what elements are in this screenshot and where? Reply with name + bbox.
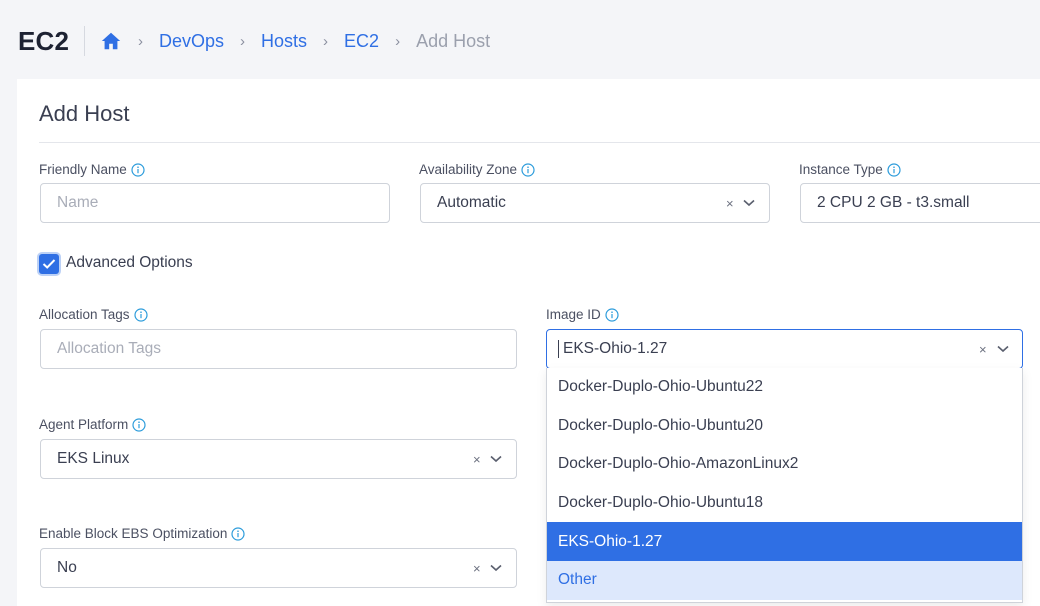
breadcrumb-separator: ›: [240, 32, 246, 50]
advanced-options-label[interactable]: Advanced Options: [66, 254, 193, 272]
dropdown-option[interactable]: Docker-Duplo-Ohio-Ubuntu18: [547, 484, 1022, 523]
breadcrumb-devops[interactable]: DevOps: [159, 31, 224, 52]
ebs-optimization-label: Enable Block EBS Optimization: [39, 526, 245, 541]
clear-icon[interactable]: ×: [726, 196, 734, 211]
page-title: EC2: [18, 26, 70, 56]
availability-zone-select[interactable]: Automatic ×: [420, 183, 770, 223]
breadcrumb-ec2[interactable]: EC2: [344, 31, 379, 52]
info-icon[interactable]: [132, 417, 146, 432]
dropdown-option-hovered[interactable]: Other: [547, 561, 1022, 600]
instance-type-value: 2 CPU 2 GB - t3.small: [817, 194, 970, 211]
allocation-tags-field[interactable]: [40, 329, 517, 369]
dropdown-option[interactable]: Docker-Duplo-Ohio-Ubuntu20: [547, 407, 1022, 446]
chevron-down-icon[interactable]: [490, 455, 502, 463]
instance-type-label: Instance Type: [799, 162, 901, 177]
top-bar: EC2 › DevOps › Hosts › EC2 › Add Host: [0, 0, 1040, 80]
info-icon[interactable]: [521, 162, 535, 177]
chevron-down-icon[interactable]: [490, 564, 502, 572]
image-id-dropdown-menu: Docker-Duplo-Ohio-Ubuntu22 Docker-Duplo-…: [546, 368, 1023, 603]
breadcrumb-current: Add Host: [416, 30, 491, 51]
form-divider: [39, 142, 1040, 143]
availability-zone-value: Automatic: [437, 194, 506, 211]
instance-type-select[interactable]: 2 CPU 2 GB - t3.small: [800, 183, 1040, 223]
info-icon[interactable]: [605, 307, 619, 322]
friendly-name-label: Friendly Name: [39, 162, 145, 177]
allocation-tags-label: Allocation Tags: [39, 307, 148, 322]
dropdown-option-selected[interactable]: EKS-Ohio-1.27: [547, 522, 1022, 561]
breadcrumb-separator: ›: [323, 32, 329, 50]
chevron-down-icon[interactable]: [743, 199, 755, 207]
advanced-options-checkbox[interactable]: [39, 254, 59, 274]
image-id-label: Image ID: [546, 307, 619, 322]
clear-icon[interactable]: ×: [473, 452, 481, 467]
friendly-name-input[interactable]: [57, 194, 389, 212]
dropdown-option[interactable]: Docker-Duplo-Ohio-Ubuntu22: [547, 368, 1022, 407]
breadcrumb-hosts[interactable]: Hosts: [261, 31, 307, 52]
form-title: Add Host: [39, 101, 130, 126]
chevron-down-icon[interactable]: [997, 345, 1009, 353]
info-icon[interactable]: [887, 162, 901, 177]
clear-icon[interactable]: ×: [979, 342, 987, 357]
clear-icon[interactable]: ×: [473, 561, 481, 576]
check-icon: [42, 259, 56, 269]
header-divider: [84, 26, 85, 56]
ebs-optimization-value: No: [57, 559, 77, 576]
image-id-value: EKS-Ohio-1.27: [563, 340, 668, 357]
add-host-form: Add Host Friendly Name Availability Zone…: [17, 79, 1040, 606]
breadcrumb-separator: ›: [138, 32, 143, 50]
home-icon[interactable]: [100, 30, 122, 52]
text-cursor: [558, 340, 559, 358]
info-icon[interactable]: [231, 526, 245, 541]
info-icon[interactable]: [131, 162, 145, 177]
agent-platform-label: Agent Platform: [39, 417, 146, 432]
agent-platform-select[interactable]: EKS Linux ×: [40, 439, 517, 479]
friendly-name-field[interactable]: [40, 183, 390, 223]
breadcrumb: › DevOps › Hosts › EC2 › Add Host: [100, 28, 490, 54]
allocation-tags-input[interactable]: [57, 340, 516, 358]
dropdown-option[interactable]: Docker-Duplo-Ohio-AmazonLinux2: [547, 445, 1022, 484]
agent-platform-value: EKS Linux: [57, 450, 130, 467]
image-id-select[interactable]: EKS-Ohio-1.27 ×: [546, 329, 1023, 369]
breadcrumb-separator: ›: [395, 32, 401, 50]
ebs-optimization-select[interactable]: No ×: [40, 548, 517, 588]
info-icon[interactable]: [133, 307, 148, 322]
availability-zone-label: Availability Zone: [419, 162, 535, 177]
